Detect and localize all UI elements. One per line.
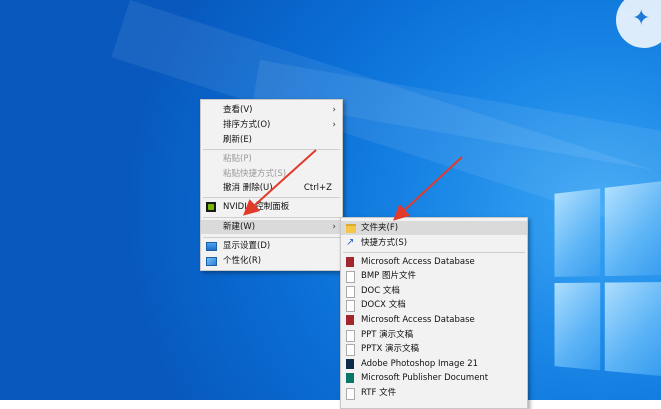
docx-file-icon — [346, 300, 355, 312]
publisher-icon — [346, 373, 354, 383]
submenu-item-folder[interactable]: 文件夹(F) — [341, 221, 527, 235]
menu-item-label: PPTX 演示文稿 — [361, 344, 419, 354]
menu-item-label: RTF 文件 — [361, 388, 397, 398]
menu-item-display-settings[interactable]: 显示设置(D) — [201, 239, 342, 253]
new-submenu: 文件夹(F) ↗ 快捷方式(S) Microsoft Access Databa… — [340, 217, 528, 409]
submenu-item-photoshop[interactable]: Adobe Photoshop Image 21 — [341, 357, 527, 371]
chevron-right-icon: › — [332, 105, 336, 115]
keyboard-shortcut: Ctrl+Z — [303, 183, 332, 193]
submenu-item-access-database[interactable]: Microsoft Access Database — [341, 313, 527, 327]
nvidia-icon — [206, 202, 216, 212]
photoshop-icon — [346, 359, 354, 369]
pptx-file-icon — [346, 344, 355, 356]
menu-item-label: BMP 图片文件 — [361, 271, 416, 281]
menu-item-personalize[interactable]: 个性化(R) — [201, 254, 342, 268]
menu-item-label: DOC 文档 — [361, 286, 400, 296]
chevron-right-icon: › — [332, 222, 336, 232]
menu-item-label: Microsoft Access Database — [361, 257, 475, 267]
submenu-item-shortcut[interactable]: ↗ 快捷方式(S) — [341, 236, 527, 250]
menu-separator — [203, 237, 340, 238]
personalize-icon — [206, 257, 217, 266]
menu-item-label: Microsoft Access Database — [361, 315, 475, 325]
submenu-item-rtf[interactable]: RTF 文件 — [341, 386, 527, 400]
windows-logo — [549, 160, 661, 400]
access-icon — [346, 315, 354, 325]
folder-icon — [346, 224, 356, 233]
menu-item-label: PPT 演示文稿 — [361, 330, 414, 340]
menu-item-label: 显示设置(D) — [223, 241, 271, 251]
doc-file-icon — [346, 286, 355, 298]
menu-item-label: 刷新(E) — [223, 135, 253, 145]
menu-item-refresh[interactable]: 刷新(E) — [201, 133, 342, 147]
ppt-file-icon — [346, 330, 355, 342]
submenu-item-pptx[interactable]: PPTX 演示文稿 — [341, 342, 527, 356]
menu-item-undo-delete[interactable]: 撤消 删除(U) Ctrl+Z — [201, 181, 342, 195]
menu-item-label: 查看(V) — [223, 105, 253, 115]
rtf-file-icon — [346, 388, 355, 400]
menu-item-nvidia[interactable]: NVIDIA 控制面板 — [201, 200, 342, 214]
submenu-item-access-database[interactable]: Microsoft Access Database — [341, 255, 527, 269]
menu-item-label: 粘贴(P) — [223, 154, 252, 164]
menu-item-view[interactable]: 查看(V) › — [201, 103, 342, 117]
submenu-item-publisher[interactable]: Microsoft Publisher Document — [341, 371, 527, 385]
menu-separator — [203, 217, 340, 218]
menu-separator — [203, 149, 340, 150]
menu-item-label: 快捷方式(S) — [361, 238, 408, 248]
chevron-right-icon: › — [332, 120, 336, 130]
menu-item-paste-shortcut[interactable]: 粘贴快捷方式(S) — [201, 167, 342, 181]
submenu-item-bmp[interactable]: BMP 图片文件 — [341, 269, 527, 283]
menu-item-new[interactable]: 新建(W) › — [201, 220, 342, 234]
display-settings-icon — [206, 242, 217, 251]
bmp-file-icon — [346, 271, 355, 283]
menu-item-label: 撤消 删除(U) — [223, 183, 273, 193]
menu-item-label: 粘贴快捷方式(S) — [223, 169, 287, 179]
menu-item-label: DOCX 文档 — [361, 300, 406, 310]
corner-logo-icon: ✦ — [616, 0, 661, 48]
menu-item-label: NVIDIA 控制面板 — [223, 202, 290, 212]
submenu-item-docx[interactable]: DOCX 文档 — [341, 298, 527, 312]
menu-item-paste[interactable]: 粘贴(P) — [201, 152, 342, 166]
menu-separator — [203, 197, 340, 198]
menu-item-label: 个性化(R) — [223, 256, 262, 266]
menu-item-label: 文件夹(F) — [361, 223, 399, 233]
menu-item-sort[interactable]: 排序方式(O) › — [201, 118, 342, 132]
access-icon — [346, 257, 354, 267]
submenu-item-ppt[interactable]: PPT 演示文稿 — [341, 328, 527, 342]
menu-separator — [343, 252, 525, 253]
menu-item-label: 新建(W) — [223, 222, 256, 232]
submenu-item-doc[interactable]: DOC 文档 — [341, 284, 527, 298]
shortcut-icon: ↗ — [346, 237, 355, 248]
menu-item-label: 排序方式(O) — [223, 120, 271, 130]
menu-item-label: Microsoft Publisher Document — [361, 373, 489, 383]
menu-item-label: Adobe Photoshop Image 21 — [361, 359, 479, 369]
desktop-context-menu: 查看(V) › 排序方式(O) › 刷新(E) 粘贴(P) 粘贴快捷方式(S) … — [200, 99, 343, 271]
